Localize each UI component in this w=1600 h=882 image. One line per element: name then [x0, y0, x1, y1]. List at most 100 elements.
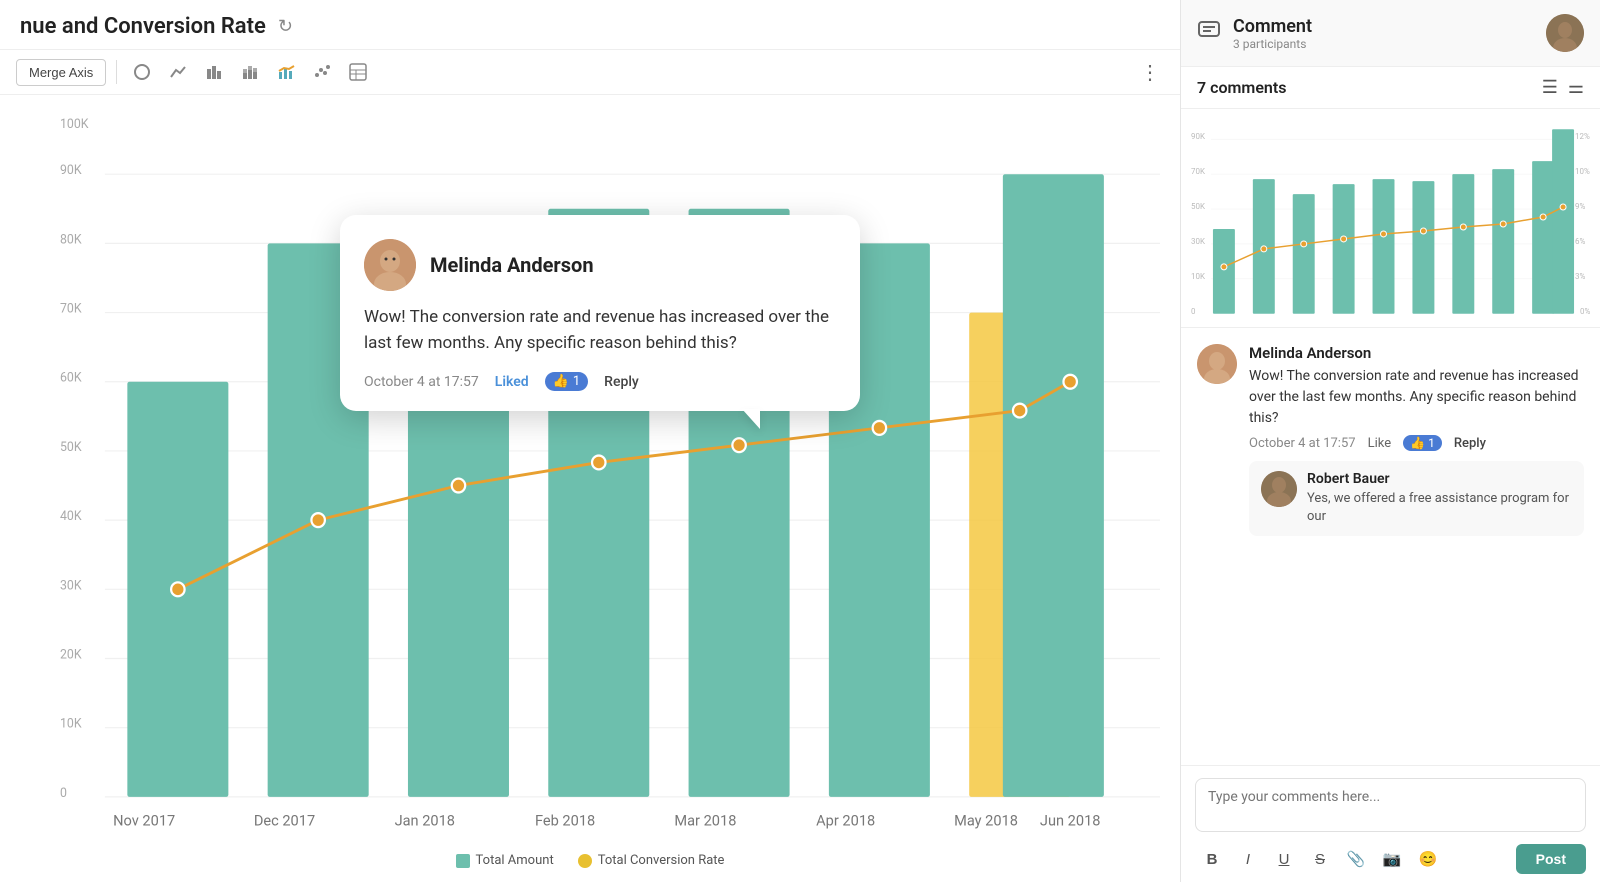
tooltip-timestamp: October 4 at 17:57 — [364, 374, 479, 390]
svg-text:70K: 70K — [60, 301, 82, 316]
legend-total-conversion-color — [578, 854, 592, 868]
svg-text:Jan 2018: Jan 2018 — [395, 812, 455, 830]
comment-count-bar: 7 comments ☰ ⚌ — [1181, 67, 1600, 109]
chart-title: nue and Conversion Rate — [20, 14, 266, 39]
comment-title-block: Comment 3 participants — [1233, 16, 1312, 51]
tooltip-text: Wow! The conversion rate and revenue has… — [364, 305, 832, 356]
refresh-icon[interactable]: ↻ — [278, 16, 293, 37]
comment-panel-header: Comment 3 participants — [1181, 0, 1600, 67]
merge-axis-button[interactable]: Merge Axis — [16, 59, 106, 86]
emoji-button[interactable]: 😊 — [1411, 844, 1445, 874]
comment-item: Melinda Anderson Wow! The conversion rat… — [1197, 344, 1584, 536]
chart-area: 0 10K 20K 30K 40K 50K 60K 70K 80K 90K 10… — [0, 95, 1180, 843]
like-thumb-icon: 👍 — [553, 374, 569, 389]
svg-text:10%: 10% — [1575, 167, 1590, 176]
svg-text:10K: 10K — [60, 717, 82, 732]
svg-text:Dec 2017: Dec 2017 — [254, 812, 315, 830]
svg-text:0: 0 — [1191, 307, 1196, 316]
image-button[interactable]: 📷 — [1375, 844, 1409, 874]
reply-content: Robert Bauer Yes, we offered a free assi… — [1307, 471, 1572, 526]
svg-text:Feb 2018: Feb 2018 — [535, 812, 595, 830]
chart-type-stacked-bar-icon[interactable] — [235, 58, 265, 86]
chart-type-bar-icon[interactable] — [199, 58, 229, 86]
comment-input-toolbar: B I U S 📎 📷 😊 Post — [1195, 844, 1586, 874]
legend-total-amount-color — [456, 854, 470, 868]
svg-text:Jun 2018: Jun 2018 — [1040, 812, 1101, 830]
attachment-button[interactable]: 📎 — [1339, 844, 1373, 874]
comment-input-area: B I U S 📎 📷 😊 Post — [1181, 765, 1600, 882]
legend-total-amount-label: Total Amount — [476, 853, 554, 868]
reply-item: Robert Bauer Yes, we offered a free assi… — [1249, 461, 1584, 536]
comment-icon — [1197, 18, 1221, 48]
mini-chart-area: 0 10K 30K 50K 70K 90K 0% 3% 6% 9% 10% 12… — [1181, 109, 1600, 328]
comment-like-badge: 👍 1 — [1403, 435, 1442, 451]
svg-text:0%: 0% — [1580, 307, 1590, 316]
comment-timestamp: October 4 at 17:57 — [1249, 436, 1356, 451]
tooltip-author: Melinda Anderson — [430, 253, 594, 277]
tooltip-liked-button[interactable]: Liked — [495, 374, 529, 390]
legend-total-conversion: Total Conversion Rate — [578, 853, 725, 868]
svg-text:12%: 12% — [1575, 132, 1590, 141]
tooltip-header: Melinda Anderson — [364, 239, 832, 291]
strikethrough-button[interactable]: S — [1303, 844, 1337, 874]
mini-chart-svg: 0 10K 30K 50K 70K 90K 0% 3% 6% 9% 10% 12… — [1191, 119, 1590, 319]
chart-type-combo-icon[interactable] — [271, 58, 301, 86]
svg-text:50K: 50K — [1191, 202, 1205, 211]
comment-reply-button[interactable]: Reply — [1454, 436, 1486, 451]
chart-legend: Total Amount Total Conversion Rate — [0, 843, 1180, 882]
comment-panel-subtitle: 3 participants — [1233, 37, 1312, 51]
svg-text:Mar 2018: Mar 2018 — [674, 812, 736, 830]
svg-text:Apr 2018: Apr 2018 — [816, 812, 875, 830]
chart-toolbar: Merge Axis — [0, 50, 1180, 95]
comment-input[interactable] — [1195, 778, 1586, 832]
underline-button[interactable]: U — [1267, 844, 1301, 874]
svg-text:100K: 100K — [60, 117, 89, 132]
comment-content: Melinda Anderson Wow! The conversion rat… — [1249, 344, 1584, 536]
chart-type-circle-icon[interactable] — [127, 58, 157, 86]
chart-type-line-icon[interactable] — [163, 58, 193, 86]
svg-text:20K: 20K — [60, 647, 82, 662]
svg-text:Nov 2017: Nov 2017 — [113, 812, 175, 830]
comment-panel: Comment 3 participants 7 comments ☰ ⚌ 0 … — [1180, 0, 1600, 882]
chart-type-scatter-icon[interactable] — [307, 58, 337, 86]
svg-text:80K: 80K — [60, 232, 82, 247]
more-options-button[interactable]: ⋮ — [1136, 60, 1164, 84]
tooltip-avatar — [364, 239, 416, 291]
tooltip-reply-button[interactable]: Reply — [604, 374, 639, 390]
comment-count-icons: ☰ ⚌ — [1542, 77, 1584, 98]
bold-button[interactable]: B — [1195, 844, 1229, 874]
tooltip-like-badge: 👍 1 — [545, 372, 589, 391]
svg-text:3%: 3% — [1575, 272, 1585, 281]
svg-text:90K: 90K — [1191, 132, 1205, 141]
legend-total-amount: Total Amount — [456, 853, 554, 868]
comment-like-button[interactable]: Like — [1368, 436, 1392, 451]
comment-author: Melinda Anderson — [1249, 344, 1584, 362]
comment-panel-title: Comment — [1233, 16, 1312, 37]
comment-avatar-melinda — [1197, 344, 1237, 384]
svg-text:May 2018: May 2018 — [954, 812, 1018, 830]
like-icon: 👍 — [1410, 436, 1425, 450]
svg-text:30K: 30K — [1191, 237, 1205, 246]
reply-text: Yes, we offered a free assistance progra… — [1307, 490, 1572, 526]
comment-count-text: 7 comments — [1197, 78, 1286, 97]
svg-text:50K: 50K — [60, 440, 82, 455]
svg-text:9%: 9% — [1575, 202, 1585, 211]
svg-text:10K: 10K — [1191, 272, 1205, 281]
chart-type-table-icon[interactable] — [343, 58, 373, 86]
toolbar-divider — [116, 60, 117, 84]
comment-text: Wow! The conversion rate and revenue has… — [1249, 366, 1584, 429]
italic-button[interactable]: I — [1231, 844, 1265, 874]
like-count: 1 — [573, 374, 580, 389]
like-count: 1 — [1428, 436, 1435, 450]
svg-text:90K: 90K — [60, 163, 82, 178]
reply-author: Robert Bauer — [1307, 471, 1572, 487]
comment-tooltip: Melinda Anderson Wow! The conversion rat… — [340, 215, 860, 411]
list-view-icon[interactable]: ⚌ — [1568, 77, 1584, 98]
comment-actions: October 4 at 17:57 Like 👍 1 Reply — [1249, 435, 1584, 451]
legend-total-conversion-label: Total Conversion Rate — [598, 853, 725, 868]
svg-text:70K: 70K — [1191, 167, 1205, 176]
hamburger-menu-icon[interactable]: ☰ — [1542, 77, 1558, 98]
svg-text:30K: 30K — [60, 578, 82, 593]
post-button[interactable]: Post — [1516, 844, 1586, 874]
comment-panel-title-area: Comment 3 participants — [1197, 16, 1312, 51]
